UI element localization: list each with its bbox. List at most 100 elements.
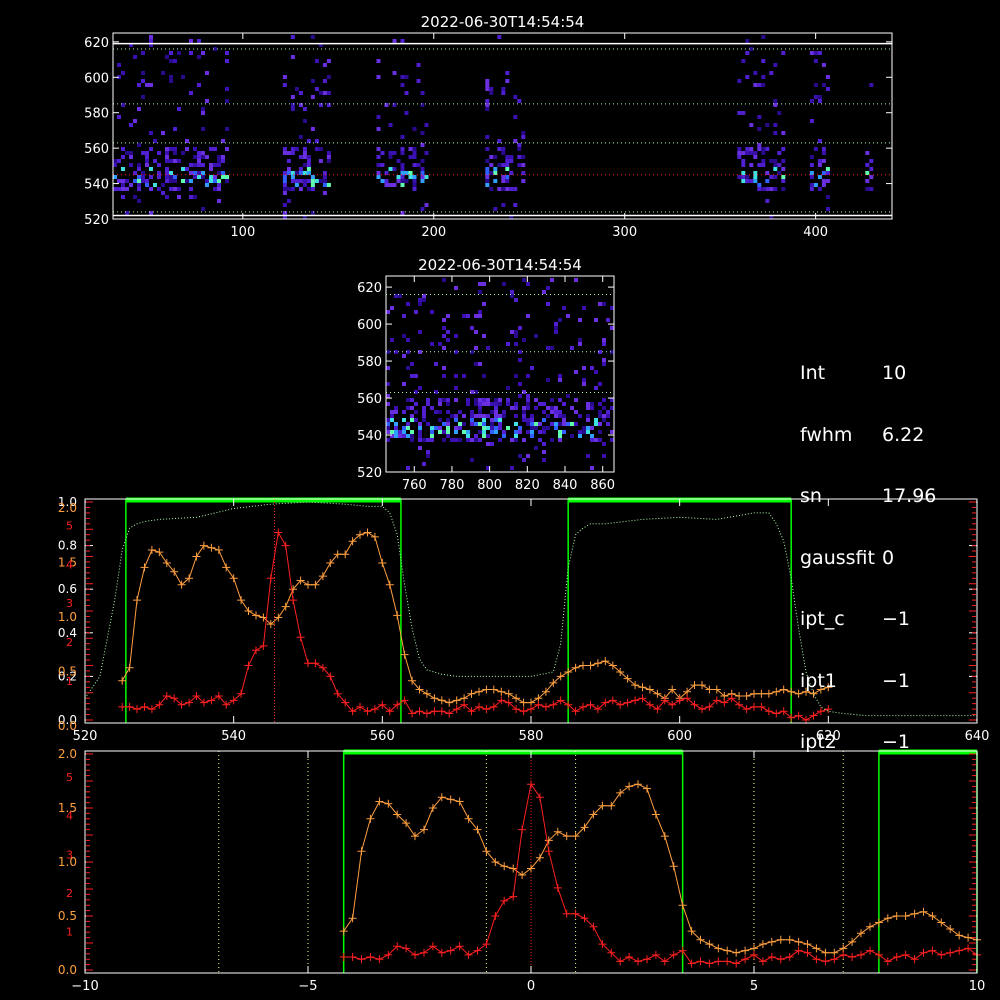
data-point (482, 685, 491, 694)
heatmap-cell (177, 159, 181, 163)
heatmap-cell (209, 175, 213, 179)
heatmap-cell (398, 430, 402, 434)
heatmap-cell (406, 398, 410, 402)
heatmap-cell (493, 155, 498, 159)
heatmap-cell (534, 446, 538, 450)
heatmap-cell (326, 155, 331, 159)
data-point (776, 935, 785, 944)
heatmap-cell (458, 422, 462, 426)
y-tick-label-red: 5 (66, 519, 73, 532)
heatmap-cell (181, 75, 185, 79)
data-point (742, 692, 751, 700)
heatmap-cell (310, 187, 315, 191)
heatmap-cell (510, 438, 514, 442)
y-tick-label-orange: 2.0 (58, 501, 77, 515)
data-point (645, 685, 654, 694)
data-point (544, 847, 553, 856)
data-point (348, 914, 357, 923)
heatmap-cell (446, 398, 450, 402)
heatmap-cell (494, 426, 498, 430)
heatmap-cell (513, 203, 518, 207)
heatmap-cell (530, 418, 534, 422)
y-tick-label: 0.6 (58, 582, 77, 596)
heatmap-cell (169, 175, 173, 179)
heatmap-cell (478, 406, 482, 410)
heatmap-cell (586, 454, 590, 458)
heatmap-cell (486, 346, 490, 350)
x-tick-label: −5 (298, 979, 317, 994)
heatmap-cell (314, 147, 319, 151)
heatmap-cell (290, 187, 295, 191)
heatmap-cell (554, 426, 558, 430)
heatmap-cell (306, 155, 311, 159)
heatmap-cell (454, 438, 458, 442)
heatmap-cell (392, 151, 397, 155)
heatmap-cell (554, 322, 558, 326)
heatmap-cell (821, 63, 826, 67)
heatmap-cell (298, 167, 303, 171)
heatmap-cell (294, 87, 299, 91)
heatmap-cell (193, 155, 197, 159)
heatmap-cell (761, 187, 766, 191)
heatmap-cell (225, 87, 229, 91)
info-key: Int (800, 362, 826, 384)
heatmap-cell (550, 398, 554, 402)
heatmap-cell (554, 330, 558, 334)
data-point (812, 944, 821, 953)
heatmap-cell (505, 187, 510, 191)
heatmap-cell (522, 438, 526, 442)
data-point (147, 546, 156, 554)
heatmap-cell (506, 398, 510, 402)
y-tick-label: 600 (357, 318, 382, 333)
heatmap-cell (490, 410, 494, 414)
data-point (698, 681, 706, 690)
data-point (750, 689, 758, 698)
heatmap-cell (454, 334, 458, 338)
data-point (378, 559, 387, 567)
data-point (281, 541, 290, 550)
info-value: 6.22 (882, 423, 925, 446)
heatmap-cell (217, 199, 221, 203)
heatmap-cell (394, 430, 398, 434)
y-tick-label-red: 3 (66, 597, 73, 610)
data-point (794, 946, 803, 955)
data-point (785, 935, 794, 944)
heatmap-cell (410, 418, 414, 422)
heatmap-cell (406, 366, 410, 370)
heatmap-cell (606, 410, 610, 414)
heatmap-cell (306, 167, 311, 171)
heatmap-cell (442, 438, 446, 442)
heatmap-cell (173, 127, 177, 131)
heatmap-cell (318, 159, 323, 163)
heatmap-cell (542, 418, 546, 422)
heatmap-cell (298, 91, 303, 95)
data-point (192, 552, 201, 561)
heatmap-cell (141, 71, 145, 75)
heatmap-cell (517, 147, 522, 151)
data-point (586, 661, 595, 670)
heatmap-cell (582, 378, 586, 382)
data-point (420, 948, 428, 957)
heatmap-cell (121, 155, 125, 159)
heatmap-cell (502, 434, 506, 438)
fit-info-panel: Int 10 fwhm 6.22 sn 17.96 gaussfit 0 ipt_c −1… (800, 322, 936, 773)
heatmap-cell (422, 414, 426, 418)
data-point (207, 543, 216, 552)
heatmap-cell (781, 175, 786, 179)
heatmap-cell (486, 426, 490, 430)
heatmap-cell (314, 139, 319, 143)
heatmap-cell (412, 179, 417, 183)
heatmap-cell (497, 187, 502, 191)
heatmap-cell (485, 167, 490, 171)
heatmap-cell (865, 163, 870, 167)
heatmap-cell (558, 422, 562, 426)
data-point (155, 548, 164, 557)
heatmap-cell (390, 430, 394, 434)
heatmap-cell (497, 147, 502, 151)
heatmap-cell (757, 143, 762, 147)
heatmap-cell (761, 159, 766, 163)
heatmap-cell (773, 187, 778, 191)
heatmap-cell (306, 187, 311, 191)
heatmap-cell (513, 187, 518, 191)
heatmap-cell (418, 438, 422, 442)
